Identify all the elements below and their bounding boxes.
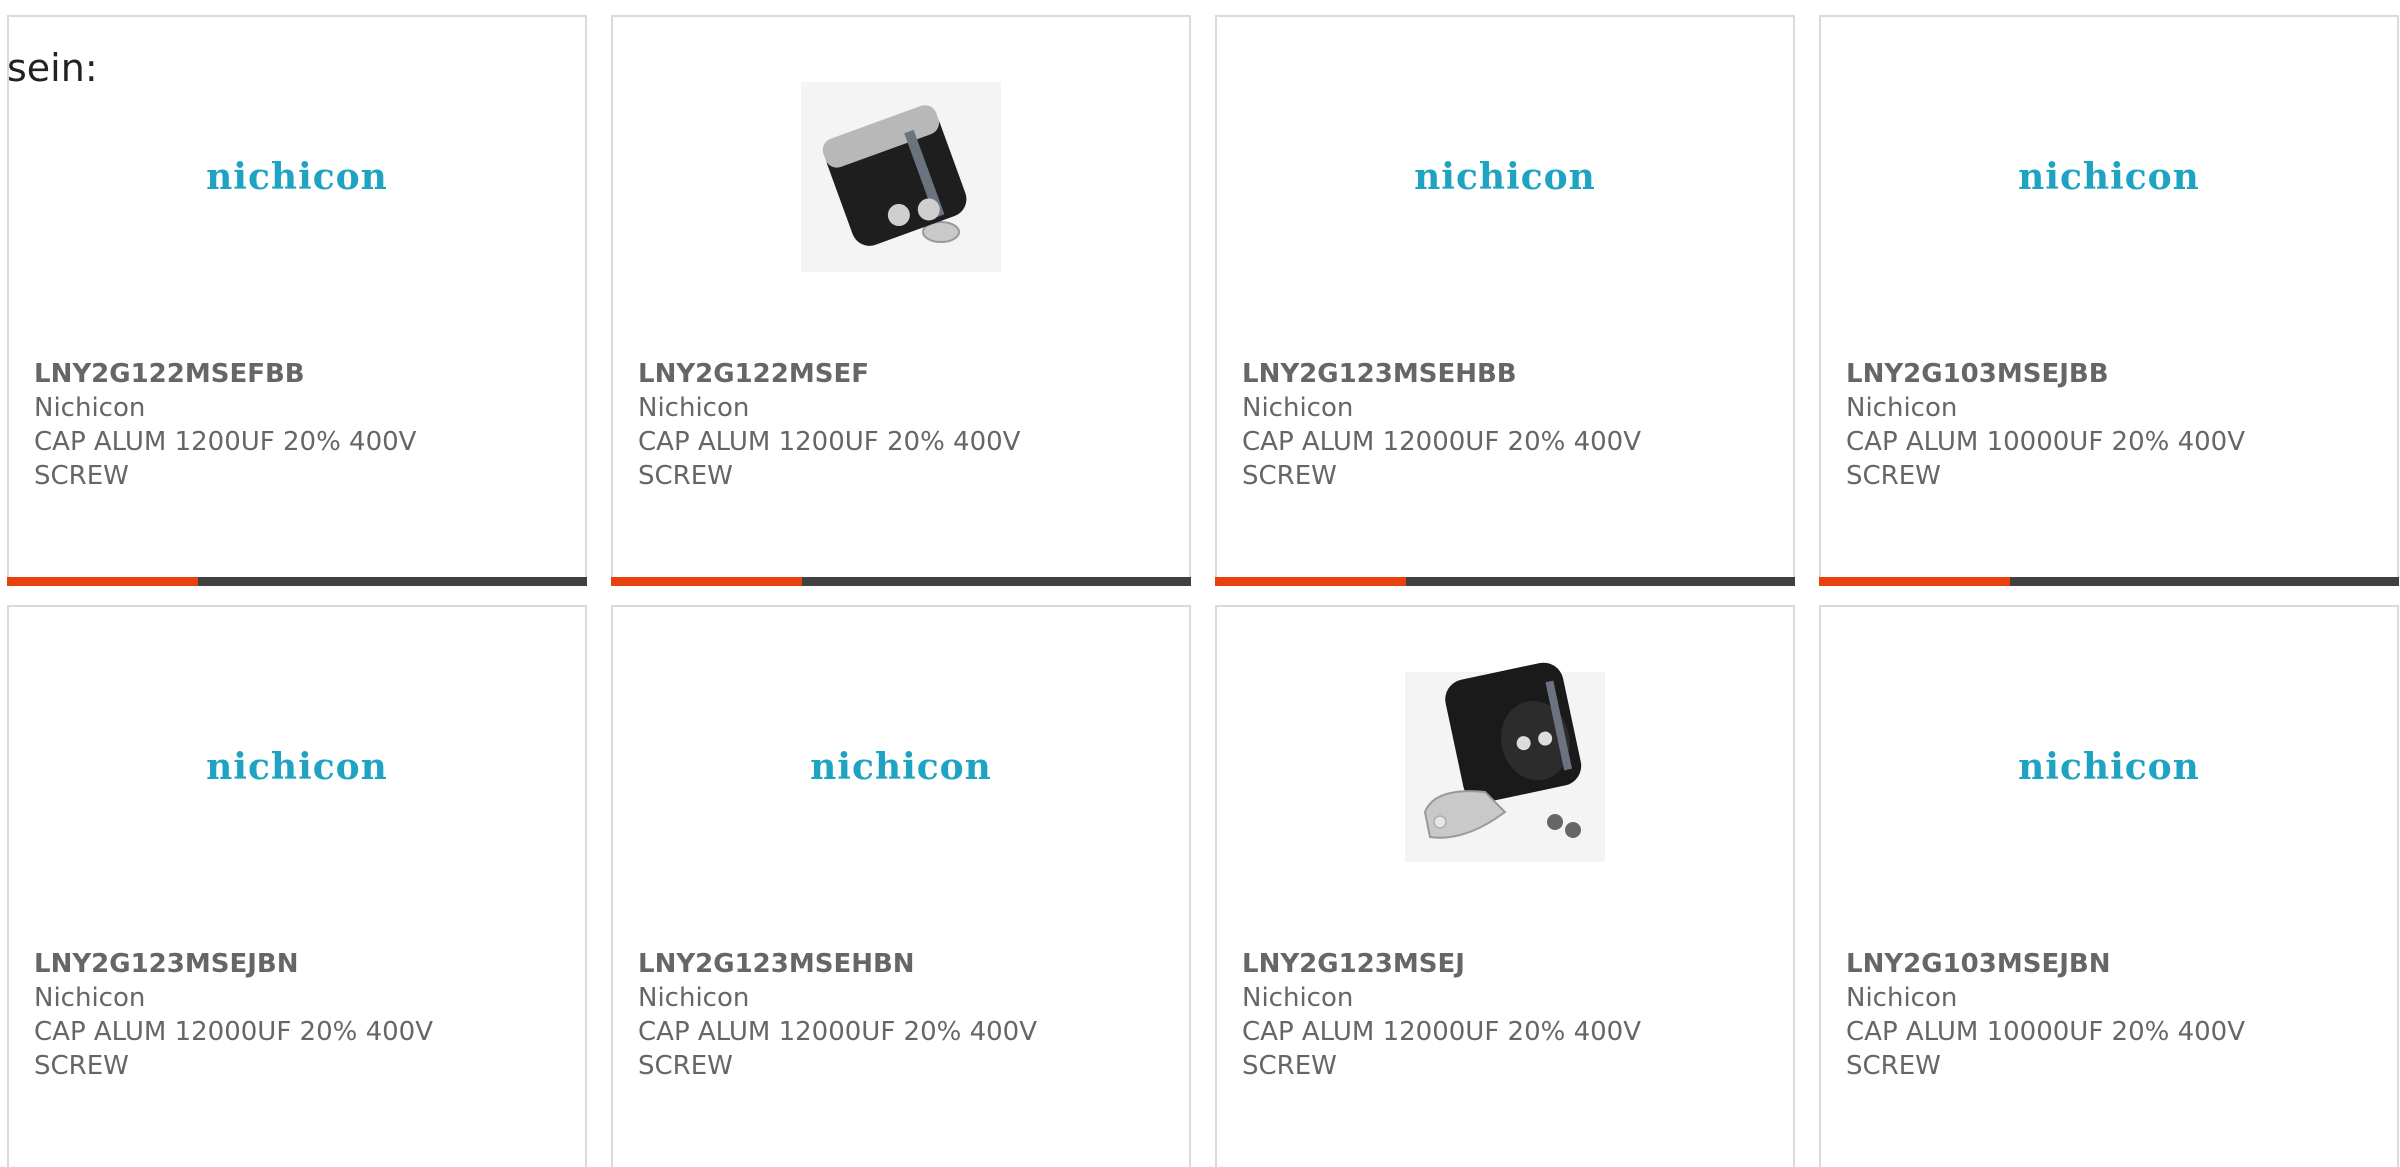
product-image: nichicon — [613, 667, 1189, 867]
product-card[interactable]: nichicon LNY2G122MSEFBB Nichicon CAP ALU… — [7, 15, 587, 586]
description-line-1: CAP ALUM 10000UF 20% 400V — [1846, 1017, 2246, 1047]
description-line-1: CAP ALUM 12000UF 20% 400V — [1242, 1017, 1642, 1047]
product-info: LNY2G103MSEJBN Nichicon CAP ALUM 10000UF… — [1846, 947, 2377, 1083]
capacitor-photo-icon — [1405, 662, 1605, 862]
product-image: nichicon — [1821, 77, 2397, 277]
manufacturer: Nichicon — [34, 983, 146, 1013]
progress-fill — [611, 577, 803, 586]
manufacturer: Nichicon — [638, 393, 750, 423]
description-line-1: CAP ALUM 12000UF 20% 400V — [34, 1017, 434, 1047]
product-grid: nichicon LNY2G122MSEFBB Nichicon CAP ALU… — [7, 15, 2399, 1167]
description-line-2: SCREW — [34, 1051, 129, 1081]
progress-fill — [1215, 577, 1407, 586]
product-card[interactable]: nichicon LNY2G123MSEHBN Nichicon CAP ALU… — [611, 605, 1191, 1167]
description-line-1: CAP ALUM 10000UF 20% 400V — [1846, 427, 2246, 457]
progress-bar — [7, 577, 587, 586]
product-image — [613, 77, 1189, 277]
description-line-1: CAP ALUM 1200UF 20% 400V — [34, 427, 417, 457]
product-image: nichicon — [1821, 667, 2397, 867]
description-line-2: SCREW — [638, 1051, 733, 1081]
product-info: LNY2G122MSEF Nichicon CAP ALUM 1200UF 20… — [638, 357, 1169, 493]
part-number[interactable]: LNY2G123MSEJBN — [34, 947, 565, 981]
description-line-2: SCREW — [1242, 1051, 1337, 1081]
nichicon-logo: nichicon — [2018, 746, 2200, 788]
product-info: LNY2G123MSEHBB Nichicon CAP ALUM 12000UF… — [1242, 357, 1773, 493]
nichicon-logo: nichicon — [206, 156, 388, 198]
description-line-2: SCREW — [34, 461, 129, 491]
part-number[interactable]: LNY2G103MSEJBB — [1846, 357, 2377, 391]
manufacturer: Nichicon — [1242, 393, 1354, 423]
progress-bar — [1215, 577, 1795, 586]
manufacturer: Nichicon — [1242, 983, 1354, 1013]
product-card[interactable]: nichicon LNY2G123MSEJBN Nichicon CAP ALU… — [7, 605, 587, 1167]
product-info: LNY2G123MSEHBN Nichicon CAP ALUM 12000UF… — [638, 947, 1169, 1083]
nichicon-logo: nichicon — [2018, 156, 2200, 198]
product-card[interactable]: nichicon LNY2G103MSEJBB Nichicon CAP ALU… — [1819, 15, 2399, 586]
nichicon-logo: nichicon — [810, 746, 992, 788]
header-text: sein: — [7, 46, 98, 90]
progress-bar — [611, 577, 1191, 586]
manufacturer: Nichicon — [1846, 393, 1958, 423]
part-number[interactable]: LNY2G123MSEJ — [1242, 947, 1773, 981]
description-line-2: SCREW — [1846, 1051, 1941, 1081]
part-number[interactable]: LNY2G122MSEFBB — [34, 357, 565, 391]
description-line-2: SCREW — [638, 461, 733, 491]
manufacturer: Nichicon — [638, 983, 750, 1013]
progress-fill — [1819, 577, 2011, 586]
product-info: LNY2G103MSEJBB Nichicon CAP ALUM 10000UF… — [1846, 357, 2377, 493]
progress-fill — [7, 577, 199, 586]
product-card[interactable]: LNY2G122MSEF Nichicon CAP ALUM 1200UF 20… — [611, 15, 1191, 586]
product-image: nichicon — [1217, 77, 1793, 277]
product-info: LNY2G123MSEJBN Nichicon CAP ALUM 12000UF… — [34, 947, 565, 1083]
description-line-2: SCREW — [1846, 461, 1941, 491]
product-image: nichicon — [9, 77, 585, 277]
part-number[interactable]: LNY2G103MSEJBN — [1846, 947, 2377, 981]
page: sein: nichicon LNY2G122MSEFBB Nichicon C… — [0, 0, 2400, 1167]
product-card[interactable]: LNY2G123MSEJ Nichicon CAP ALUM 12000UF 2… — [1215, 605, 1795, 1167]
product-image — [1217, 662, 1793, 867]
part-number[interactable]: LNY2G123MSEHBB — [1242, 357, 1773, 391]
manufacturer: Nichicon — [1846, 983, 1958, 1013]
nichicon-logo: nichicon — [1414, 156, 1596, 198]
description-line-2: SCREW — [1242, 461, 1337, 491]
nichicon-logo: nichicon — [206, 746, 388, 788]
description-line-1: CAP ALUM 12000UF 20% 400V — [1242, 427, 1642, 457]
part-number[interactable]: LNY2G122MSEF — [638, 357, 1169, 391]
product-card[interactable]: nichicon LNY2G123MSEHBB Nichicon CAP ALU… — [1215, 15, 1795, 586]
progress-bar — [1819, 577, 2399, 586]
capacitor-photo-icon — [801, 82, 1001, 272]
description-line-1: CAP ALUM 1200UF 20% 400V — [638, 427, 1021, 457]
product-info: LNY2G123MSEJ Nichicon CAP ALUM 12000UF 2… — [1242, 947, 1773, 1083]
product-image: nichicon — [9, 667, 585, 867]
part-number[interactable]: LNY2G123MSEHBN — [638, 947, 1169, 981]
description-line-1: CAP ALUM 12000UF 20% 400V — [638, 1017, 1038, 1047]
manufacturer: Nichicon — [34, 393, 146, 423]
product-info: LNY2G122MSEFBB Nichicon CAP ALUM 1200UF … — [34, 357, 565, 493]
product-card[interactable]: nichicon LNY2G103MSEJBN Nichicon CAP ALU… — [1819, 605, 2399, 1167]
